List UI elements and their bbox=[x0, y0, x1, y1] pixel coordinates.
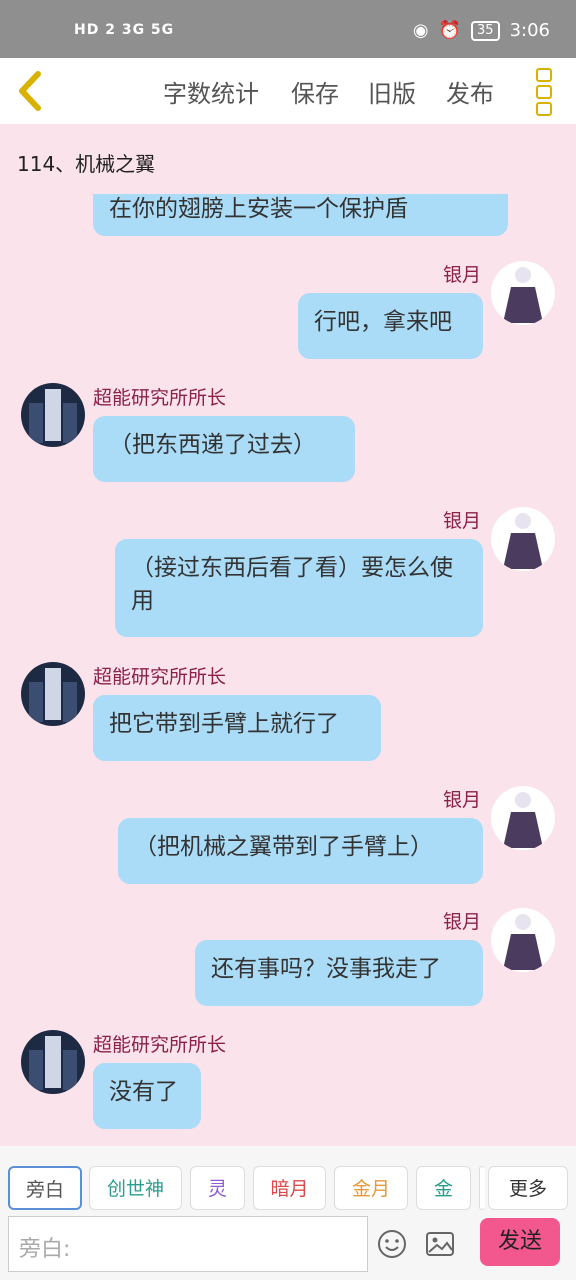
speaker-name: 银月 bbox=[443, 510, 482, 532]
speaker-name: 超能研究所所长 bbox=[93, 387, 227, 409]
message-bubble[interactable]: 行吧，拿来吧 bbox=[298, 293, 483, 359]
battery-indicator: 35 bbox=[471, 20, 500, 41]
avatar[interactable] bbox=[491, 908, 555, 972]
status-bar: HD 2 3G 5G ◉ ⏰ 35 3:06 bbox=[0, 0, 576, 58]
old-version-button[interactable]: 旧版 bbox=[368, 74, 416, 109]
role-tab-partial[interactable] bbox=[479, 1166, 485, 1210]
message-input[interactable]: 旁白: bbox=[8, 1216, 368, 1272]
message-bubble[interactable]: （把机械之翼带到了手臂上） bbox=[118, 818, 483, 884]
speaker-name: 银月 bbox=[443, 264, 482, 286]
eye-icon: ◉ bbox=[412, 20, 429, 41]
avatar[interactable] bbox=[21, 1030, 85, 1094]
role-tabs: 旁白 创世神 灵 暗月 金月 金 更多 bbox=[0, 1146, 576, 1214]
avatar[interactable] bbox=[491, 786, 555, 850]
role-tab[interactable]: 暗月 bbox=[253, 1166, 326, 1210]
publish-button[interactable]: 发布 bbox=[446, 74, 494, 109]
speaker-name: 银月 bbox=[443, 911, 482, 933]
image-icon[interactable] bbox=[424, 1228, 456, 1260]
avatar[interactable] bbox=[21, 383, 85, 447]
avatar[interactable] bbox=[21, 662, 85, 726]
role-tab[interactable]: 灵 bbox=[190, 1166, 245, 1210]
more-menu-icon[interactable] bbox=[536, 68, 556, 116]
message-bubble[interactable]: （把东西递了过去） bbox=[93, 416, 355, 482]
role-tab[interactable]: 金 bbox=[416, 1166, 471, 1210]
word-count-button[interactable]: 字数统计 bbox=[163, 74, 259, 109]
message-bubble[interactable]: 没有了 bbox=[93, 1063, 201, 1129]
back-chevron-icon[interactable] bbox=[12, 68, 52, 114]
message-bubble[interactable]: 在你的翅膀上安装一个保护盾 bbox=[93, 194, 508, 236]
send-button[interactable]: 发送 bbox=[480, 1218, 560, 1266]
emoji-icon[interactable] bbox=[376, 1228, 408, 1260]
chat-area[interactable]: 在你的翅膀上安装一个保护盾 银月 行吧，拿来吧 超能研究所所长 （把东西递了过去… bbox=[0, 194, 576, 1144]
avatar[interactable] bbox=[491, 507, 555, 571]
role-tab-narrator[interactable]: 旁白 bbox=[8, 1166, 82, 1210]
speaker-name: 超能研究所所长 bbox=[93, 1034, 227, 1056]
role-tab[interactable]: 创世神 bbox=[89, 1166, 182, 1210]
avatar[interactable] bbox=[491, 261, 555, 325]
chapter-title: 114、机械之翼 bbox=[17, 152, 156, 176]
clock: 3:06 bbox=[509, 20, 550, 41]
alarm-icon: ⏰ bbox=[438, 20, 462, 41]
top-toolbar: 字数统计 保存 旧版 发布 bbox=[0, 58, 576, 124]
input-bar: 旁白: 发送 bbox=[0, 1214, 576, 1280]
save-button[interactable]: 保存 bbox=[291, 74, 339, 109]
message-bubble[interactable]: 把它带到手臂上就行了 bbox=[93, 695, 381, 761]
network-indicators: HD 2 3G 5G bbox=[74, 22, 175, 38]
speaker-name: 银月 bbox=[443, 789, 482, 811]
message-bubble[interactable]: （接过东西后看了看）要怎么使用 bbox=[115, 539, 483, 637]
more-roles-button[interactable]: 更多 bbox=[488, 1166, 568, 1210]
message-bubble[interactable]: 还有事吗？没事我走了 bbox=[195, 940, 483, 1006]
role-tab[interactable]: 金月 bbox=[334, 1166, 408, 1210]
speaker-name: 超能研究所所长 bbox=[93, 666, 227, 688]
